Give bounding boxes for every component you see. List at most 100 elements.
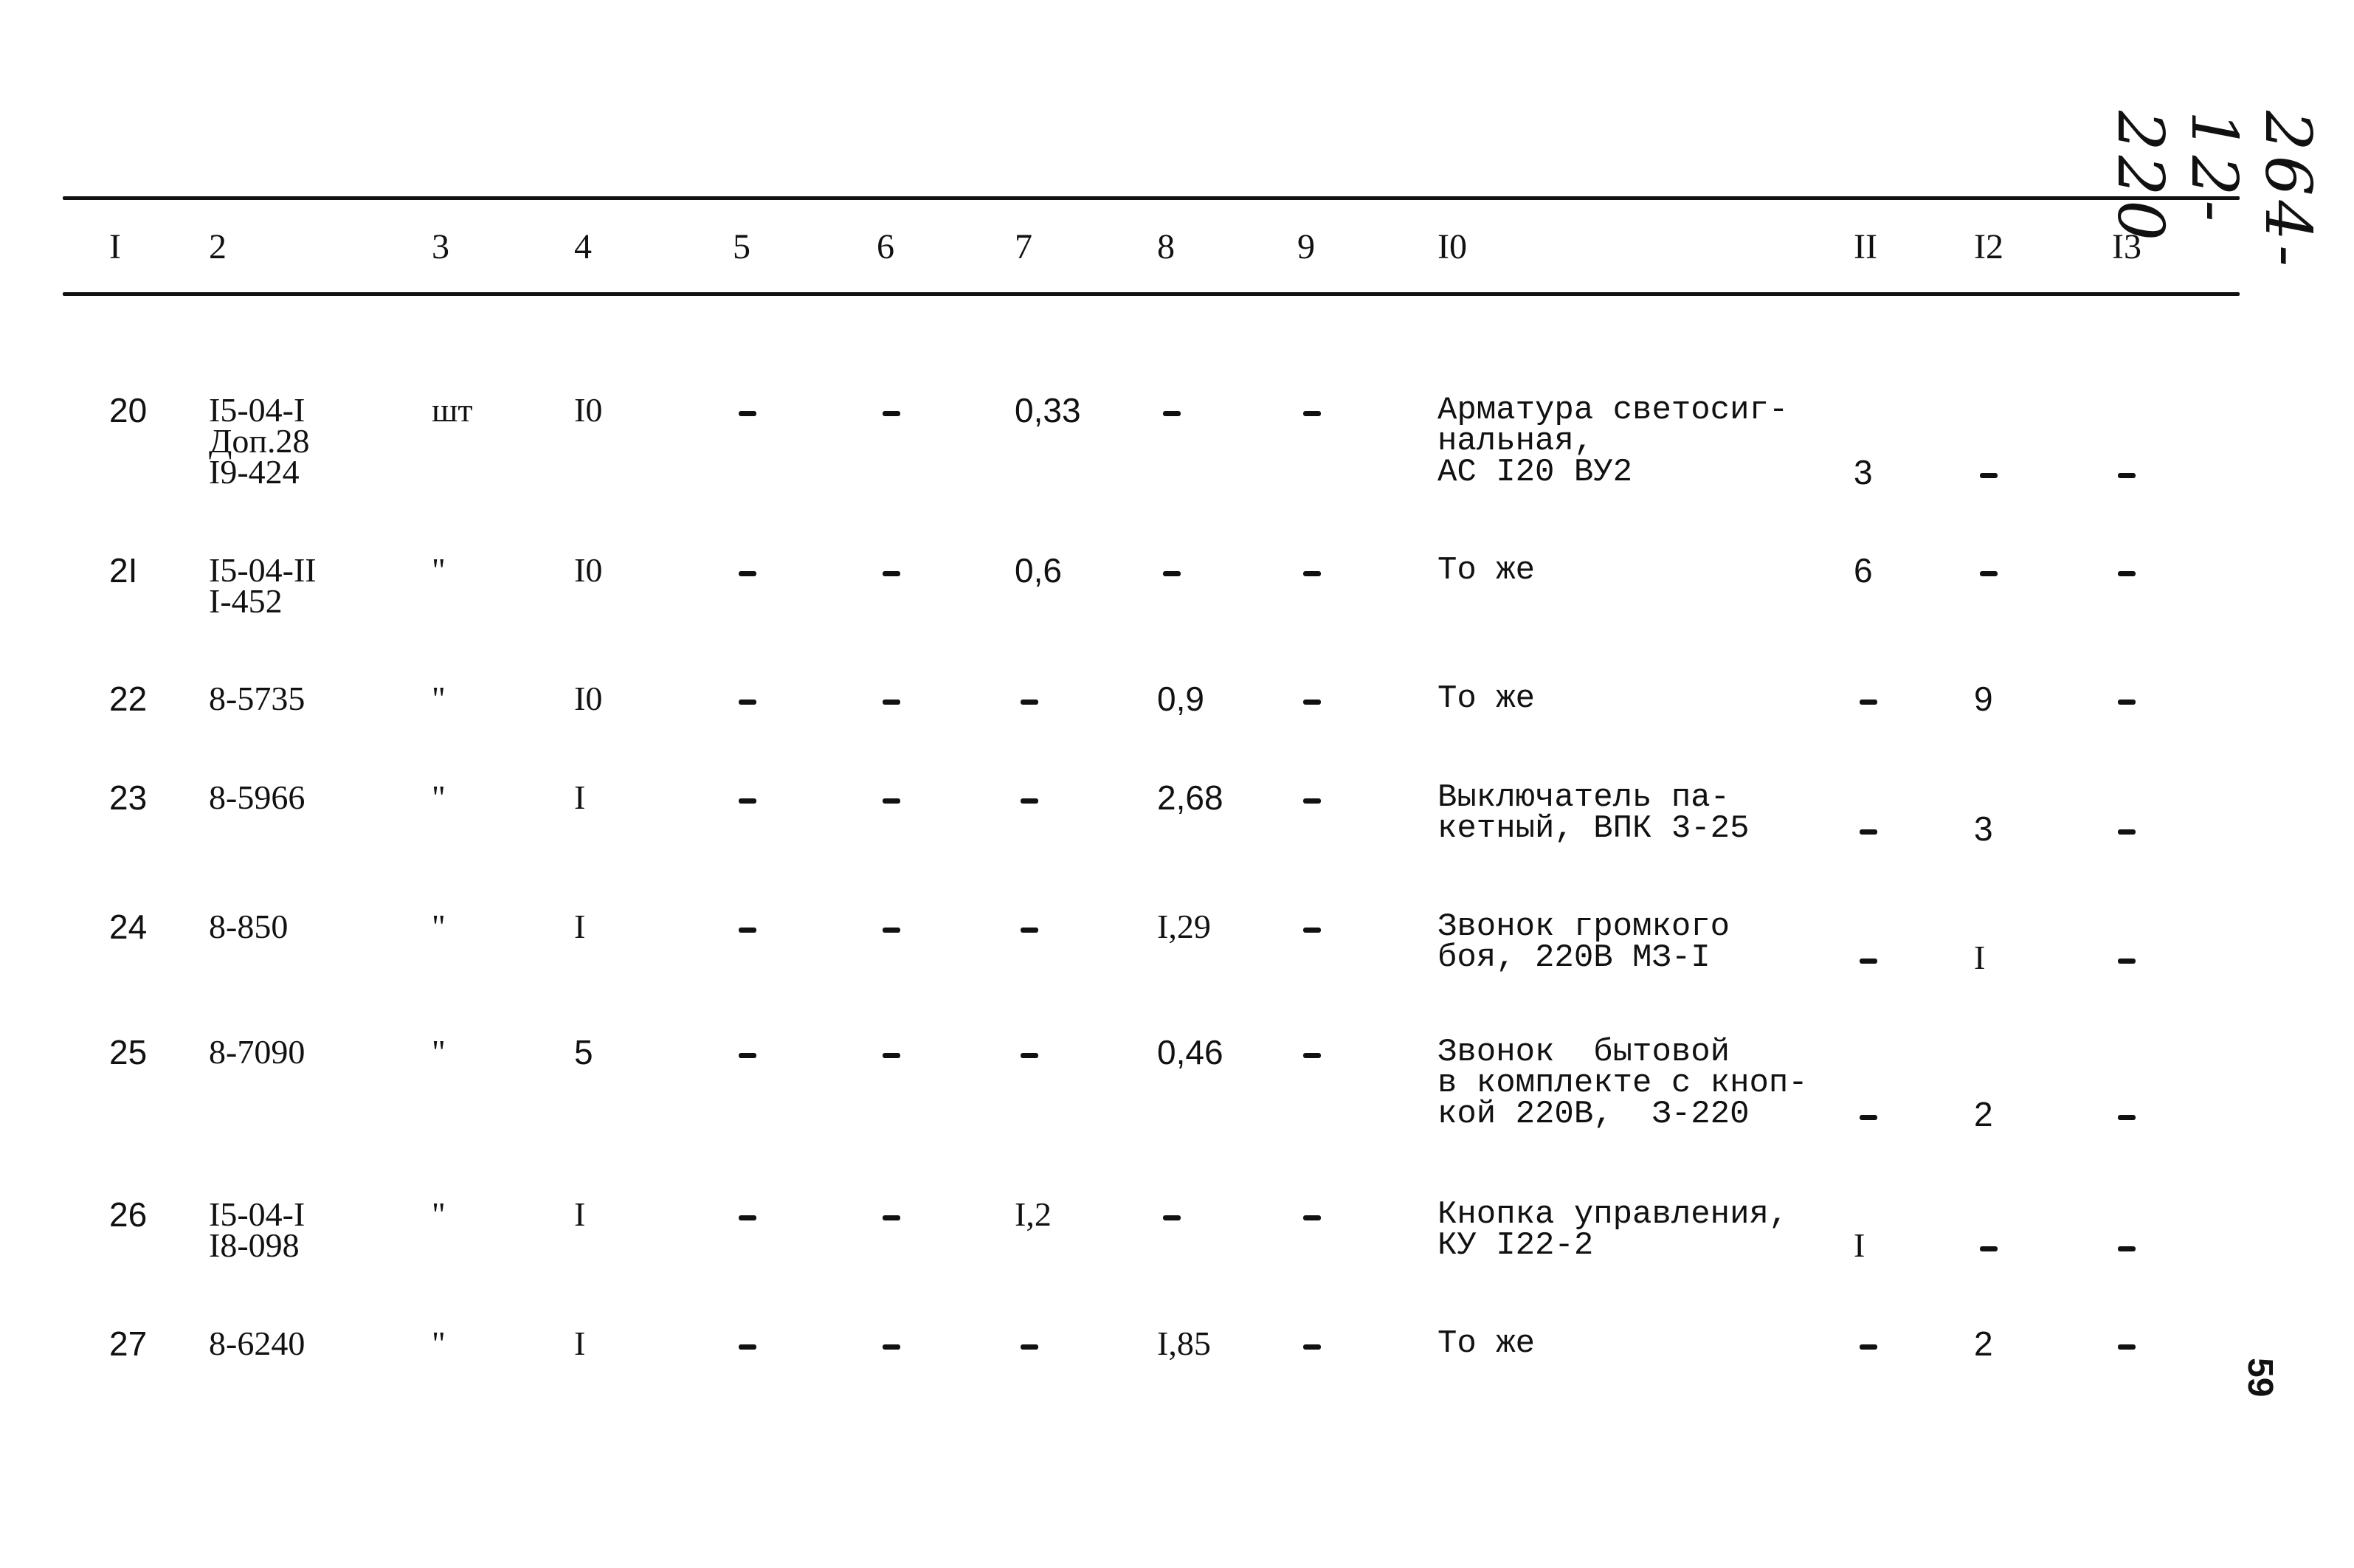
unit-cell: " [432, 1195, 446, 1233]
reference-code: I5-04-I I8-098 [209, 1195, 306, 1263]
dash-mark-col-6 [883, 700, 900, 705]
description-line: То же [1437, 552, 1536, 589]
dash-mark-col-7 [1021, 1053, 1038, 1058]
reference-line: Доп.28 [209, 422, 310, 460]
dash-mark-col-6 [883, 571, 900, 576]
dash-mark-col-13 [2118, 1246, 2136, 1251]
description-line: в комплекте с кноп- [1437, 1065, 1808, 1102]
column-header-3: 3 [432, 227, 449, 266]
dash-mark-col-11 [1860, 959, 1877, 964]
description-line: Кнопка управления, [1437, 1196, 1789, 1233]
dash-mark-col-6 [883, 411, 900, 416]
description-line: То же [1437, 1325, 1536, 1362]
item-description: То же [1437, 683, 1535, 715]
reference-line: 8-7090 [209, 1033, 306, 1071]
table-top-rule [63, 196, 2240, 200]
value-cell-col-12: 9 [1974, 680, 1993, 718]
value-cell-col-7: 0,33 [1015, 391, 1081, 429]
dash-mark-col-12 [1980, 1246, 1998, 1251]
value-cell-col-8: I,85 [1157, 1324, 1211, 1362]
row-number: 27 [109, 1324, 148, 1363]
reference-code: I5-04-I Доп.28 I9-424 [209, 393, 310, 491]
column-header-5: 5 [733, 227, 750, 266]
dash-mark-col-11 [1860, 700, 1877, 705]
dash-mark-col-5 [739, 1344, 756, 1350]
column-header-4: 4 [574, 227, 592, 266]
description-line: Звонок громкого [1437, 908, 1730, 945]
item-description: Кнопка управления, КУ I22-2 [1437, 1196, 1789, 1262]
column-header-11: II [1854, 227, 1877, 266]
handwritten-document-code: 264-12-220 [2103, 111, 2324, 272]
value-cell-col-7: 0,6 [1015, 551, 1062, 590]
row-number: 24 [109, 908, 148, 946]
value-cell-col-4: I [574, 778, 586, 816]
dash-mark-col-6 [883, 798, 900, 804]
value-cell-col-8: I,29 [1157, 908, 1211, 945]
description-line: Выключатель па- [1437, 779, 1730, 816]
column-header-6: 6 [877, 227, 894, 266]
row-number: 25 [109, 1033, 148, 1071]
value-cell-col-8: 2,68 [1157, 778, 1223, 817]
value-cell-col-4: I0 [574, 551, 603, 589]
value-cell-col-4: I0 [574, 391, 603, 429]
column-header-12: I2 [1974, 227, 2003, 266]
dash-mark-col-8 [1163, 571, 1181, 576]
dash-mark-col-13 [2118, 1344, 2136, 1350]
unit-cell: шт [432, 391, 473, 429]
value-cell-col-8: 0,46 [1157, 1033, 1223, 1071]
page-number: 59 [2240, 1358, 2279, 1398]
value-cell-col-12: 3 [1974, 809, 1993, 848]
dash-mark-col-5 [739, 798, 756, 804]
item-description: То же [1437, 1325, 1536, 1362]
dash-mark-col-13 [2118, 1115, 2136, 1120]
dash-mark-col-6 [883, 1215, 900, 1220]
row-number: 22 [109, 680, 148, 718]
dash-mark-col-7 [1021, 700, 1038, 705]
description-line: Звонок бытовой [1437, 1034, 1730, 1071]
reference-code: 8-5735 [209, 680, 306, 717]
reference-line: 8-850 [209, 908, 289, 945]
dash-mark-col-13 [2118, 959, 2136, 964]
dash-mark-col-13 [2118, 829, 2136, 835]
dash-mark-col-9 [1303, 1344, 1321, 1350]
table-header-rule [63, 292, 2240, 296]
reference-code: 8-7090 [209, 1033, 306, 1071]
reference-line: I-452 [209, 582, 283, 620]
column-header-2: 2 [209, 227, 227, 266]
dash-mark-col-5 [739, 571, 756, 576]
dash-mark-col-11 [1860, 1115, 1877, 1120]
dash-mark-col-13 [2118, 700, 2136, 705]
value-cell-col-11: I [1854, 1226, 1865, 1264]
value-cell-col-4: I [574, 908, 586, 945]
dash-mark-col-7 [1021, 1344, 1038, 1350]
reference-line: 8-6240 [209, 1324, 306, 1362]
dash-mark-col-5 [739, 1215, 756, 1220]
unit-cell: " [432, 908, 446, 945]
reference-line: I5-04-I [209, 1195, 306, 1233]
dash-mark-col-5 [739, 411, 756, 416]
dash-mark-col-6 [883, 1344, 900, 1350]
dash-mark-col-13 [2118, 473, 2136, 478]
dash-mark-col-9 [1303, 411, 1321, 416]
reference-line: 8-5735 [209, 680, 306, 717]
value-cell-col-4: I0 [574, 680, 603, 717]
description-line: АС I20 ВУ2 [1437, 454, 1633, 491]
description-line: кой 220В, З-220 [1437, 1096, 1750, 1133]
reference-line: I9-424 [209, 453, 300, 491]
dash-mark-col-9 [1303, 798, 1321, 804]
description-line: кетный, ВПК 3-25 [1437, 810, 1750, 847]
dash-mark-col-8 [1163, 411, 1181, 416]
reference-line: I5-04-II [209, 551, 317, 589]
dash-mark-col-9 [1303, 700, 1321, 705]
row-number: 26 [109, 1195, 148, 1234]
column-header-1: I [109, 227, 121, 266]
dash-mark-col-6 [883, 928, 900, 933]
dash-mark-col-5 [739, 928, 756, 933]
dash-mark-col-12 [1980, 571, 1998, 576]
value-cell-col-12: 2 [1974, 1324, 1993, 1363]
reference-code: 8-5966 [209, 781, 305, 815]
unit-cell: " [432, 680, 446, 717]
reference-code: 8-6240 [209, 1324, 306, 1362]
dash-mark-col-8 [1163, 1215, 1181, 1220]
item-description: Арматура светосиг-нальная, АС I20 ВУ2 [1437, 394, 1788, 491]
